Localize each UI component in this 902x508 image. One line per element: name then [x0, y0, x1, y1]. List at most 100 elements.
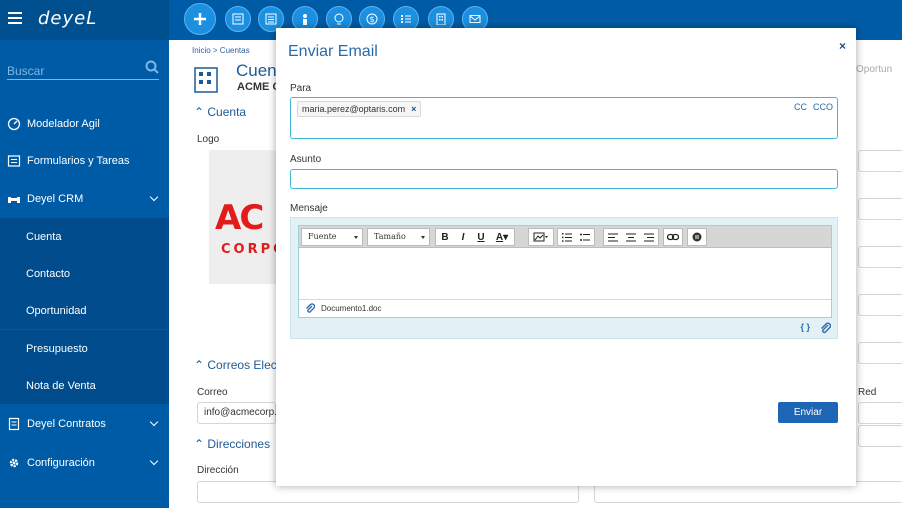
- format-group: B I U A ▾: [435, 228, 515, 246]
- correo-field[interactable]: info@acmecorp.: [197, 402, 277, 424]
- right-field-4[interactable]: [858, 294, 902, 316]
- emoji-group: [687, 228, 707, 246]
- sidebar-item-oportunidad[interactable]: Oportunidad: [0, 292, 169, 329]
- sidebar-item-label: Oportunidad: [26, 304, 87, 317]
- attachment-name[interactable]: Documento1.doc: [321, 304, 381, 313]
- sidebar-item-nota-venta[interactable]: Nota de Venta: [0, 367, 169, 404]
- right-field-3[interactable]: [858, 246, 902, 268]
- sidebar-item-label: Contacto: [26, 267, 71, 280]
- logo-text-bottom: CORPO: [221, 242, 279, 257]
- remove-recipient-icon[interactable]: ×: [411, 104, 416, 114]
- align-right-icon[interactable]: [640, 229, 658, 245]
- handshake-icon: [7, 192, 21, 206]
- cc-link[interactable]: CC: [794, 102, 807, 112]
- menu-icon[interactable]: [8, 12, 22, 24]
- form-icon: [232, 13, 244, 25]
- sidebar-item-label: Deyel CRM: [27, 192, 84, 205]
- sidebar: deyeL Buscar Modelador Agil Formularios …: [0, 0, 169, 508]
- sidebar-item-configuracion[interactable]: Configuración: [0, 444, 169, 481]
- recipient-email: maria.perez@optaris.com: [302, 104, 406, 114]
- ordered-list-icon[interactable]: [558, 229, 576, 245]
- right-field-6[interactable]: [858, 425, 902, 447]
- email-dialog: Enviar Email × Para maria.perez@optaris.…: [276, 28, 856, 486]
- comment-icon[interactable]: [688, 229, 706, 245]
- section-direcciones[interactable]: ⌃ Direcciones: [194, 437, 270, 451]
- gear-icon: [7, 456, 21, 470]
- sidebar-item-cuenta[interactable]: Cuenta: [0, 218, 169, 255]
- sidebar-item-label: Deyel Contratos: [27, 417, 106, 430]
- forms-button[interactable]: [225, 6, 251, 32]
- search-icon[interactable]: [145, 60, 159, 74]
- cco-link[interactable]: CCO: [813, 102, 833, 112]
- para-label: Para: [290, 83, 312, 94]
- list-icon: [265, 13, 277, 25]
- font-select[interactable]: Fuente: [301, 228, 363, 246]
- image-group: [528, 228, 554, 246]
- page-title: Cuen: [236, 61, 277, 80]
- attach-icon[interactable]: [820, 322, 831, 334]
- red-label: Red: [858, 387, 877, 398]
- size-select[interactable]: Tamaño: [367, 228, 430, 246]
- sidebar-item-formularios[interactable]: Formularios y Tareas: [0, 142, 169, 179]
- sidebar-item-label: Configuración: [27, 456, 95, 469]
- right-field-5[interactable]: [858, 342, 902, 364]
- asunto-label: Asunto: [290, 154, 322, 165]
- attachment-row: Documento1.doc: [299, 299, 831, 317]
- editor-footer: { }: [800, 322, 831, 334]
- breadcrumb[interactable]: Inicio > Cuentas: [192, 46, 250, 55]
- checklist-icon: [401, 15, 411, 23]
- align-center-icon[interactable]: [622, 229, 640, 245]
- oportunidad-link[interactable]: Oportun: [856, 64, 892, 75]
- dialog-title: Enviar Email: [288, 43, 378, 60]
- right-field-1[interactable]: [858, 150, 902, 172]
- app-logo: deyeL: [38, 8, 98, 29]
- gauge-icon: [7, 117, 21, 131]
- plus-icon: [194, 13, 206, 25]
- link-icon[interactable]: [664, 229, 682, 245]
- italic-icon[interactable]: I: [454, 229, 472, 245]
- section-direcciones-label: Direcciones: [207, 437, 271, 451]
- sidebar-header: deyeL: [0, 0, 169, 40]
- align-group: [603, 228, 659, 246]
- add-button[interactable]: [184, 3, 216, 35]
- code-icon[interactable]: { }: [800, 322, 810, 334]
- bold-icon[interactable]: B: [436, 229, 454, 245]
- chevron-down-icon: [149, 192, 159, 202]
- sidebar-item-label: Cuenta: [26, 230, 62, 243]
- sidebar-item-contacto[interactable]: Contacto: [0, 255, 169, 292]
- sidebar-item-presupuesto[interactable]: Presupuesto: [0, 330, 169, 367]
- editor-frame: Fuente Tamaño B I U A ▾ Documento1.doc: [298, 225, 832, 318]
- sidebar-item-contratos[interactable]: Deyel Contratos: [0, 405, 169, 442]
- sidebar-item-modelador[interactable]: Modelador Agil: [0, 105, 169, 142]
- right-field-2[interactable]: [858, 198, 902, 220]
- company-logo: AC CORPO: [209, 150, 279, 284]
- correo-label: Correo: [197, 387, 228, 398]
- building-icon: [436, 13, 446, 25]
- red-field[interactable]: [858, 402, 902, 424]
- close-icon[interactable]: ×: [839, 39, 846, 53]
- cc-group: CC CCO: [788, 102, 833, 112]
- logo-label: Logo: [197, 134, 220, 145]
- section-cuenta-label: Cuenta: [207, 105, 247, 119]
- person-icon: [303, 14, 307, 25]
- svg-text:$: $: [369, 15, 374, 24]
- align-left-icon[interactable]: [604, 229, 622, 245]
- search-input[interactable]: Buscar: [7, 64, 44, 78]
- section-cuenta[interactable]: ⌃ Cuenta: [194, 105, 246, 119]
- sidebar-item-label: Nota de Venta: [26, 379, 96, 392]
- oportunidad-label: Oportun: [856, 64, 893, 75]
- send-button[interactable]: Enviar: [778, 402, 838, 423]
- dollar-icon: $: [366, 13, 378, 25]
- search-box[interactable]: Buscar: [7, 60, 159, 80]
- document-icon: [7, 417, 21, 431]
- text-color-icon[interactable]: A ▾: [490, 229, 514, 245]
- para-field[interactable]: maria.perez@optaris.com × CC CCO: [290, 97, 838, 139]
- asunto-field[interactable]: [290, 169, 838, 189]
- account-name: ACME C: [237, 81, 281, 93]
- section-correos[interactable]: ⌃ Correos Electr: [194, 358, 284, 372]
- paperclip-icon: [306, 303, 315, 313]
- image-icon[interactable]: [529, 229, 553, 245]
- bullet-list-icon[interactable]: [576, 229, 594, 245]
- underline-icon[interactable]: U: [472, 229, 490, 245]
- sidebar-item-crm[interactable]: Deyel CRM: [0, 180, 169, 217]
